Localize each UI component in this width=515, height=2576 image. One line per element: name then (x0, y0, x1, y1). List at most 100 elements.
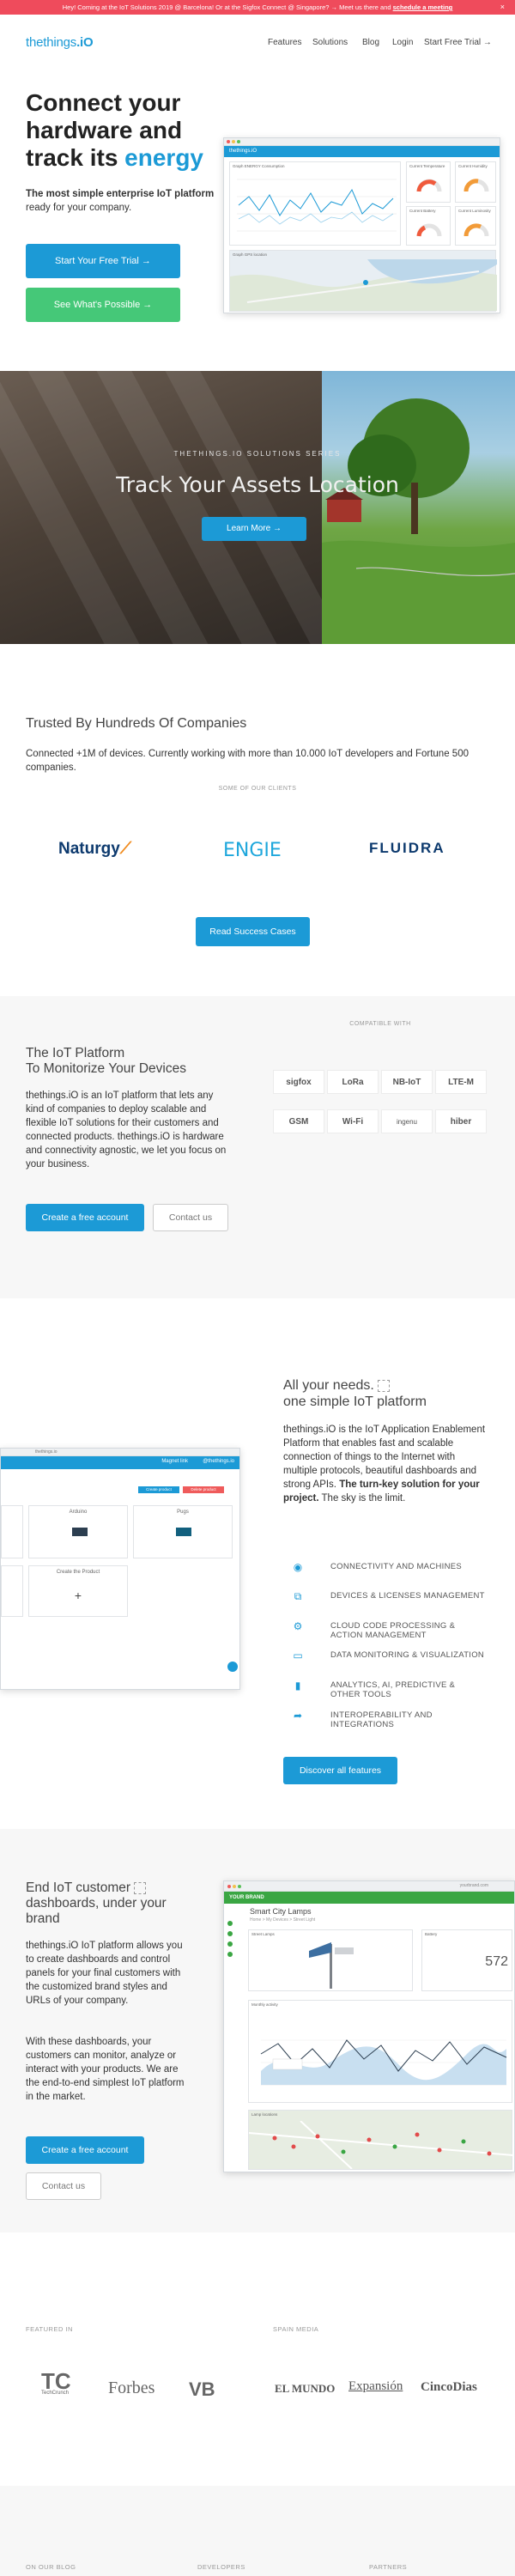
feature-connectivity: CONNECTIVITY AND MACHINES (330, 1562, 463, 1571)
nav-blog[interactable]: Blog (362, 38, 379, 47)
compatible-sigfox: sigfox (273, 1070, 324, 1094)
app-bar: Magnet link @thethings.io (1, 1456, 239, 1469)
contact-us-button[interactable]: Contact us (26, 2172, 101, 2200)
site-header: thethings.iO Features Solutions Blog Log… (0, 15, 515, 70)
clients-label: SOME OF OUR CLIENTS (218, 786, 297, 792)
share-icon: ➦ (293, 1710, 303, 1722)
lamp-map (249, 2121, 513, 2169)
compatible-label: COMPATIBLE WITH (349, 1021, 411, 1027)
compatible-nbiot: NB-IoT (381, 1070, 433, 1094)
menu-dot-icon[interactable] (227, 1941, 233, 1947)
luminosity-gauge (464, 223, 489, 237)
banner-link[interactable]: schedule a meeting (393, 3, 453, 11)
chat-icon[interactable] (227, 1662, 238, 1672)
activity-line-chart (260, 2039, 507, 2086)
gps-map-card: Graph GPS location (229, 250, 497, 312)
hero-title: Connect your hardware and track its ener… (26, 89, 223, 172)
window-title: thethings.io (35, 1449, 58, 1455)
product-name: Arduino (69, 1510, 88, 1515)
hero-subtitle-bold: The most simple enterprise IoT platform (26, 189, 215, 199)
banner-text: Hey! Coming at the IoT Solutions 2019 @ … (62, 3, 391, 11)
product-card-arduino[interactable]: Arduino (28, 1505, 128, 1558)
delete-product-tag[interactable]: Delete product (183, 1486, 224, 1493)
needs-title-line2: one simple IoT platform (283, 1394, 427, 1409)
nav-solutions[interactable]: Solutions (312, 38, 348, 47)
create-free-account-button[interactable]: Create a free account (26, 2136, 144, 2164)
nav-login[interactable]: Login (392, 38, 413, 47)
learn-more-button[interactable]: Learn More → (202, 517, 306, 541)
close-icon[interactable]: × (500, 0, 505, 15)
nav-start-free-trial[interactable]: Start Free Trial → (424, 38, 492, 47)
product-card-pugs[interactable]: Pugs (133, 1505, 233, 1558)
platform-title: The IoT Platform To Monitorize Your Devi… (26, 1046, 232, 1077)
hero-title-accent: energy (124, 144, 203, 171)
announcement-banner: Hey! Coming at the IoT Solutions 2019 @ … (0, 0, 515, 15)
sitemap-icon: ⧉ (294, 1590, 302, 1602)
wood-background-image (0, 371, 322, 644)
street-lamp-card: Street Lamps (248, 1929, 413, 1991)
feature-devices: DEVICES & LICENSES MANAGEMENT (330, 1591, 485, 1601)
brand-title-line1: End IoT customer (26, 1880, 131, 1895)
menu-dot-icon[interactable] (227, 1952, 233, 1957)
product-name: Pugs (177, 1510, 189, 1515)
brand-header: YOUR BRAND (224, 1892, 514, 1904)
client-name: Naturgy (58, 840, 120, 858)
farm-scene (322, 398, 515, 644)
product-card[interactable] (1, 1565, 23, 1617)
users-icon (134, 1881, 147, 1894)
product-card[interactable] (1, 1505, 23, 1558)
window-max-dot (238, 1885, 241, 1888)
card-label: Current Humidity (458, 164, 488, 168)
start-free-trial-button[interactable]: Start Your Free Trial → (26, 244, 180, 278)
compatible-ingenu: ingenu (381, 1109, 433, 1133)
battery-value: 572 (485, 1954, 508, 1969)
temperature-card: Current Temperature (406, 161, 451, 203)
user-menu[interactable]: @thethings.io (203, 1456, 234, 1467)
needs-title-line1: All your needs. (283, 1378, 374, 1393)
rss-icon: ◉ (293, 1561, 303, 1573)
app-bar: thethings.iO (224, 146, 500, 157)
card-label: Current Luminosity (458, 209, 491, 213)
create-product-card[interactable]: Create the Product + (28, 1565, 128, 1617)
energy-line-chart (237, 179, 397, 232)
menu-dot-icon[interactable] (227, 1931, 233, 1936)
monitor-icon: ▭ (293, 1649, 303, 1662)
feature-analytics: ANALYTICS, AI, PREDICTIVE & OTHER TOOLS (330, 1680, 456, 1699)
platform-text: thethings.iO is an IoT platform that let… (26, 1091, 227, 1170)
see-whats-possible-button[interactable]: See What's Possible → (26, 288, 180, 322)
temperature-gauge (416, 179, 442, 192)
humidity-gauge (464, 179, 489, 192)
press-logo-elmundo: EL MUNDO (275, 2382, 336, 2395)
card-label: Graph ENERGY Consumption (233, 164, 285, 168)
read-success-cases-button[interactable]: Read Success Cases (196, 917, 310, 946)
branded-dashboard-screenshot: yourbrand.com YOUR BRAND Smart City Lamp… (223, 1880, 515, 2172)
hero-subtitle-rest: ready for your company. (26, 203, 132, 213)
magnet-link[interactable]: Magnet link (161, 1456, 188, 1467)
gps-map (230, 259, 497, 311)
discover-all-features-button[interactable]: Discover all features (283, 1757, 397, 1784)
activity-graph-card: Monthly activity (248, 2000, 512, 2103)
device-icon (72, 1528, 88, 1536)
app-title: Smart City Lamps (250, 1907, 312, 1916)
create-free-account-button[interactable]: Create a free account (26, 1204, 144, 1231)
footer (0, 2486, 515, 2576)
logo-text: thethings (26, 35, 77, 50)
logo[interactable]: thethings.iO (26, 35, 94, 50)
client-logo-engie: ENGIE (223, 840, 282, 861)
footer-col-developers: DEVELOPERS (197, 2563, 245, 2571)
humidity-card: Current Humidity (455, 161, 496, 203)
nav-features[interactable]: Features (268, 38, 301, 47)
plus-icon: + (74, 1589, 82, 1602)
menu-dot-icon[interactable] (227, 1921, 233, 1926)
bar-chart-icon: ▮ (294, 1680, 301, 1692)
compatible-lora: LoRa (327, 1070, 379, 1094)
dashboard-screenshot: thethings.iO Graph ENERGY Consumption Cu… (223, 137, 500, 313)
compatible-wifi: Wi-Fi (327, 1109, 379, 1133)
brand-title-line2: dashboards, under your (26, 1896, 167, 1911)
window-titlebar (224, 138, 500, 146)
contact-us-button[interactable]: Contact us (153, 1204, 228, 1231)
footer-col-partners: PARTNERS (369, 2563, 408, 2571)
card-label: Current Battery (409, 209, 436, 213)
create-product-tag[interactable]: Create product (138, 1486, 179, 1493)
needs-title: All your needs. one simple IoT platform (283, 1377, 489, 1410)
